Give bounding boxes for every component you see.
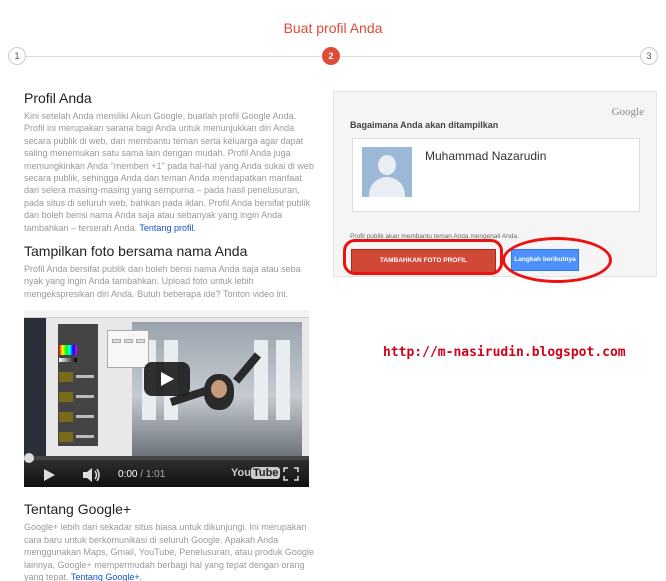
volume-icon[interactable]	[82, 467, 102, 483]
play-icon[interactable]	[42, 468, 56, 482]
section-profile: Profil Anda Kini setelah Anda memiliki A…	[24, 90, 319, 234]
video-scene-thumb	[59, 372, 73, 383]
profile-preview-card: Google Bagaimana Anda akan ditampilkan M…	[333, 91, 657, 277]
video-scene-thumb	[59, 432, 73, 443]
section-text: Google+ lebih dari sekadar situs biasa u…	[24, 521, 319, 581]
card-heading: Bagaimana Anda akan ditampilkan	[350, 120, 499, 130]
video-player[interactable]: 0:00 / 1:01 You Tube	[24, 310, 309, 488]
video-scene-gradient	[59, 358, 77, 363]
section-body: Kini setelah Anda memiliki Akun Google, …	[24, 111, 314, 233]
add-profile-photo-button[interactable]: TAMBAHKAN FOTO PROFIL	[351, 249, 496, 273]
video-scene-dialog-btn	[136, 339, 145, 344]
video-scene-thumb-label	[76, 435, 94, 439]
video-progress-bar[interactable]	[24, 453, 309, 464]
youtube-logo-you: You	[231, 467, 251, 480]
step-2-current[interactable]: 2	[322, 47, 340, 65]
video-scene-thumb-label	[76, 375, 94, 379]
step-1[interactable]: 1	[8, 47, 26, 65]
video-scene-window	[276, 340, 290, 421]
section-title: Profil Anda	[24, 90, 92, 106]
video-time-separator: /	[137, 469, 146, 481]
profile-preview: Muhammad Nazarudin	[352, 138, 640, 212]
avatar-placeholder-icon	[362, 147, 412, 197]
video-scene-panel	[58, 324, 98, 447]
section-text: Kini setelah Anda memiliki Akun Google, …	[24, 110, 319, 234]
avatar-head	[378, 155, 396, 175]
fullscreen-icon[interactable]	[283, 467, 299, 482]
card-note: Profil publik akan membantu teman Anda m…	[350, 233, 519, 240]
video-scene-thumb	[59, 412, 73, 423]
video-scene-dialog-btn	[112, 339, 121, 344]
big-play-button[interactable]	[144, 362, 190, 397]
info-column: Profil Anda Kini setelah Anda memiliki A…	[24, 90, 319, 581]
section-title: Tentang Google+	[24, 501, 132, 518]
video-time: 0:00 / 1:01	[118, 469, 165, 480]
section-text: Profil Anda bersifat publik dan boleh be…	[24, 264, 301, 299]
section-body: Google+ lebih dari sekadar situs biasa u…	[24, 522, 314, 581]
video-scene-toolbar	[24, 310, 309, 319]
progress-stepper: 1 2 3	[8, 47, 658, 67]
google-logo: Google	[611, 106, 644, 118]
video-frame[interactable]	[24, 310, 309, 457]
video-scrubber[interactable]	[24, 453, 34, 464]
video-scene-dialog	[107, 330, 149, 369]
avatar-body	[369, 177, 405, 197]
about-google-plus-link[interactable]: Tentang Google+.	[71, 572, 142, 581]
section-google-plus: Tentang Google+ Google+ lebih dari sekad…	[24, 501, 319, 581]
play-icon	[161, 372, 174, 387]
youtube-logo-tube: Tube	[250, 467, 281, 480]
video-scene-thumb-label	[76, 415, 94, 419]
video-scene-thumb	[59, 392, 73, 403]
video-scene-thumb-label	[76, 395, 94, 399]
watermark-url: http://m-nasirudin.blogspot.com	[383, 345, 626, 360]
video-scene-dialog-btn	[124, 339, 133, 344]
section-title: Tampilkan foto bersama nama Anda	[24, 243, 248, 260]
video-scene-palette	[59, 345, 77, 356]
video-scene-window	[254, 340, 268, 421]
about-profile-link[interactable]: Tentang profil.	[139, 223, 196, 233]
youtube-logo[interactable]: You Tube	[231, 467, 281, 480]
next-step-button[interactable]: Langkah berikutnya	[511, 249, 579, 271]
video-scene-sidebar	[24, 318, 46, 457]
section-photo: Tampilkan foto bersama nama Anda Profil …	[24, 243, 319, 300]
video-controls: 0:00 / 1:01 You Tube	[24, 453, 309, 488]
video-current-time: 0:00	[118, 469, 138, 481]
profile-name: Muhammad Nazarudin	[425, 149, 547, 163]
page-title: Buat profil Anda	[283, 20, 383, 36]
step-3[interactable]: 3	[640, 47, 658, 65]
video-duration: 1:01	[145, 469, 166, 481]
